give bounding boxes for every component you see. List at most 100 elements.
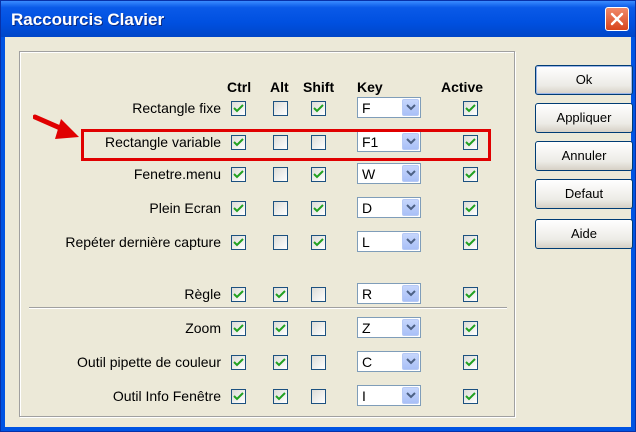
- checkmark-icon: [233, 104, 244, 113]
- ctrl-checkbox[interactable]: [231, 201, 246, 216]
- dropdown-button[interactable]: [402, 233, 419, 250]
- shift-checkbox[interactable]: [311, 287, 326, 302]
- active-checkbox[interactable]: [463, 167, 478, 182]
- key-select[interactable]: R: [357, 283, 421, 304]
- dropdown-button[interactable]: [402, 285, 419, 302]
- checkmark-icon: [233, 238, 244, 247]
- shortcut-label: Fenetre.menu: [133, 166, 221, 182]
- key-select[interactable]: D: [357, 197, 421, 218]
- checkmark-icon: [313, 104, 324, 113]
- checkmark-icon: [465, 170, 476, 179]
- active-checkbox[interactable]: [463, 321, 478, 336]
- key-select[interactable]: L: [357, 231, 421, 252]
- dialog-client: Ctrl Alt Shift Key Active Rectangle fixe…: [5, 37, 633, 427]
- close-icon: [610, 12, 624, 26]
- dropdown-button[interactable]: [402, 199, 419, 216]
- checkmark-icon: [233, 204, 244, 213]
- ctrl-checkbox[interactable]: [231, 101, 246, 116]
- alt-checkbox[interactable]: [273, 235, 288, 250]
- key-value: W: [362, 166, 376, 182]
- shift-checkbox[interactable]: [311, 167, 326, 182]
- shift-checkbox[interactable]: [311, 389, 326, 404]
- ctrl-checkbox[interactable]: [231, 321, 246, 336]
- shortcut-label: Repéter dernière capture: [65, 234, 221, 250]
- active-checkbox[interactable]: [463, 101, 478, 116]
- group-separator: [29, 307, 507, 309]
- dropdown-button[interactable]: [402, 387, 419, 404]
- key-select[interactable]: W: [357, 163, 421, 184]
- checkmark-icon: [233, 392, 244, 401]
- checkmark-icon: [465, 204, 476, 213]
- dropdown-button[interactable]: [402, 353, 419, 370]
- col-shift-header: Shift: [303, 79, 335, 95]
- dropdown-button[interactable]: [402, 165, 419, 182]
- default-button[interactable]: Defaut: [535, 179, 633, 209]
- col-alt-header: Alt: [270, 79, 289, 95]
- alt-checkbox[interactable]: [273, 389, 288, 404]
- key-select[interactable]: I: [357, 385, 421, 406]
- alt-checkbox[interactable]: [273, 201, 288, 216]
- shift-checkbox[interactable]: [311, 101, 326, 116]
- active-checkbox[interactable]: [463, 201, 478, 216]
- key-value: R: [362, 286, 373, 302]
- checkmark-icon: [233, 170, 244, 179]
- key-value: F: [362, 100, 371, 116]
- checkmark-icon: [465, 358, 476, 367]
- active-checkbox[interactable]: [463, 287, 478, 302]
- ctrl-checkbox[interactable]: [231, 167, 246, 182]
- dropdown-button[interactable]: [402, 99, 419, 116]
- checkmark-icon: [275, 358, 286, 367]
- shortcut-label: Règle: [184, 286, 221, 302]
- key-select[interactable]: F: [357, 97, 421, 118]
- key-value: I: [362, 388, 366, 404]
- dialog-window: Raccourcis Clavier Ctrl Alt Shift Key Ac…: [0, 0, 636, 432]
- ctrl-checkbox[interactable]: [231, 355, 246, 370]
- alt-checkbox[interactable]: [273, 355, 288, 370]
- checkmark-icon: [313, 170, 324, 179]
- shift-checkbox[interactable]: [311, 321, 326, 336]
- red-arrow-icon: [33, 114, 79, 139]
- ctrl-checkbox[interactable]: [231, 287, 246, 302]
- checkmark-icon: [465, 290, 476, 299]
- checkmark-icon: [465, 238, 476, 247]
- alt-checkbox[interactable]: [273, 287, 288, 302]
- chevron-down-icon: [406, 392, 416, 399]
- shortcut-label: Plein Ecran: [149, 200, 221, 216]
- chevron-down-icon: [406, 238, 416, 245]
- key-value: L: [362, 234, 370, 250]
- checkmark-icon: [233, 290, 244, 299]
- cancel-button[interactable]: Annuler: [535, 141, 633, 171]
- active-checkbox[interactable]: [463, 389, 478, 404]
- col-key-header: Key: [357, 79, 383, 95]
- ok-button[interactable]: Ok: [535, 65, 633, 95]
- chevron-down-icon: [406, 170, 416, 177]
- key-select[interactable]: C: [357, 351, 421, 372]
- alt-checkbox[interactable]: [273, 321, 288, 336]
- chevron-down-icon: [406, 204, 416, 211]
- dropdown-button[interactable]: [402, 319, 419, 336]
- shortcut-label: Outil Info Fenêtre: [112, 388, 221, 404]
- help-button[interactable]: Aide: [535, 219, 633, 249]
- apply-button[interactable]: Appliquer: [535, 103, 633, 133]
- checkmark-icon: [275, 324, 286, 333]
- checkmark-icon: [313, 238, 324, 247]
- shift-checkbox[interactable]: [311, 355, 326, 370]
- alt-checkbox[interactable]: [273, 101, 288, 116]
- ctrl-checkbox[interactable]: [231, 389, 246, 404]
- alt-checkbox[interactable]: [273, 167, 288, 182]
- close-button[interactable]: [605, 7, 629, 31]
- active-checkbox[interactable]: [463, 235, 478, 250]
- shift-checkbox[interactable]: [311, 201, 326, 216]
- title-bar[interactable]: Raccourcis Clavier: [1, 1, 635, 37]
- checkmark-icon: [465, 392, 476, 401]
- shortcut-label: Zoom: [185, 320, 221, 336]
- checkmark-icon: [275, 392, 286, 401]
- key-select[interactable]: Z: [357, 317, 421, 338]
- ctrl-checkbox[interactable]: [231, 235, 246, 250]
- shift-checkbox[interactable]: [311, 235, 326, 250]
- checkmark-icon: [465, 324, 476, 333]
- shortcut-label: Rectangle fixe: [132, 100, 221, 116]
- checkmark-icon: [233, 358, 244, 367]
- highlight-box: [81, 129, 491, 161]
- active-checkbox[interactable]: [463, 355, 478, 370]
